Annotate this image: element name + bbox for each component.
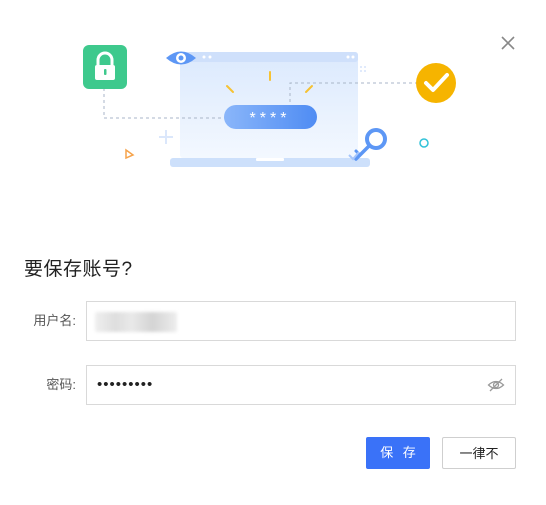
username-row: 用户名: <box>0 301 546 341</box>
close-icon[interactable] <box>499 34 517 52</box>
never-button[interactable]: 一律不 <box>442 437 516 469</box>
password-label: 密码: <box>46 377 76 392</box>
password-value: ••••••••• <box>97 376 154 393</box>
password-row: 密码: ••••••••• <box>0 365 546 405</box>
dialog-title: 要保存账号? <box>24 259 133 280</box>
username-label: 用户名: <box>33 313 76 328</box>
save-password-illustration: **** <box>83 45 456 167</box>
password-field[interactable]: ••••••••• <box>86 365 516 405</box>
save-account-dialog: **** 要保存账号? 用户名: 密码: ••••••••• 保 存 一律不 <box>0 0 546 505</box>
save-button[interactable]: 保 存 <box>366 437 430 469</box>
lock-icon <box>83 45 127 89</box>
username-obscured-value <box>95 312 177 332</box>
check-circle-icon <box>416 63 456 103</box>
username-field[interactable] <box>86 301 516 341</box>
masked-password-text: **** <box>250 110 291 127</box>
eye-off-icon[interactable] <box>487 377 505 393</box>
